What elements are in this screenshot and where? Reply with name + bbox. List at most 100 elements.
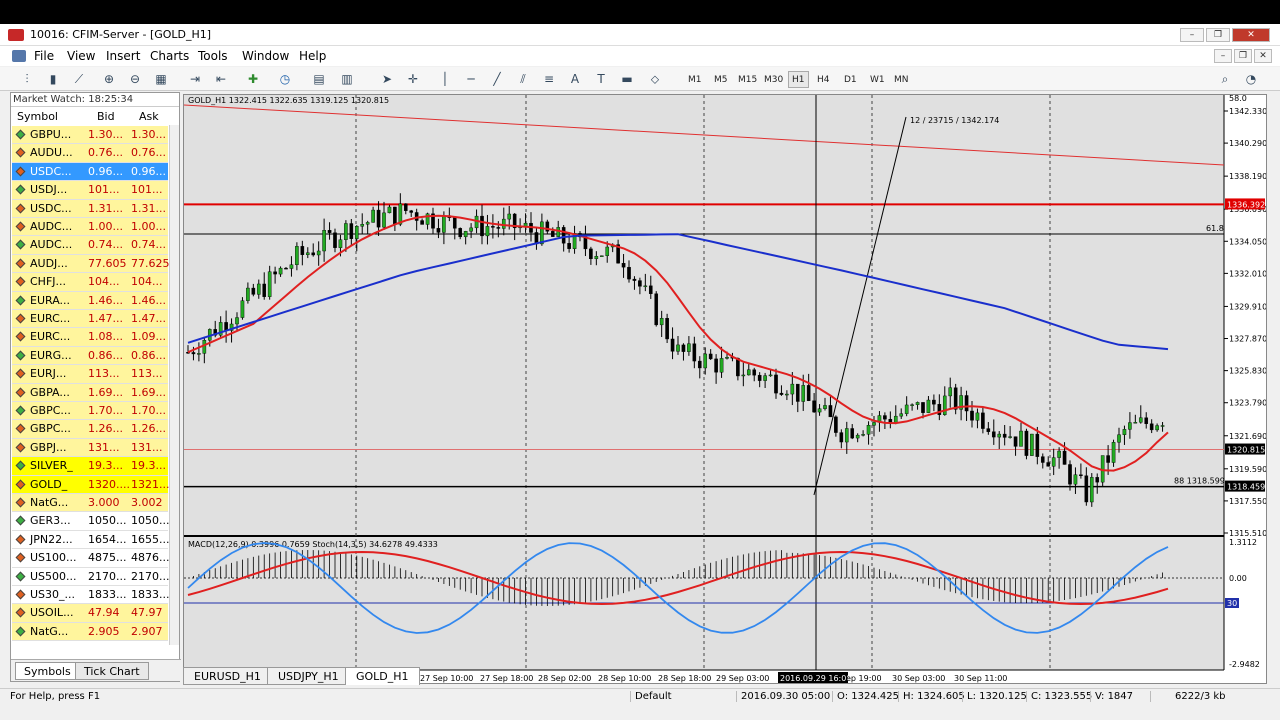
market-watch-row[interactable]: USOIL... 47.94 47.97 bbox=[12, 604, 168, 623]
text-icon[interactable]: A bbox=[566, 70, 584, 88]
restore-button[interactable]: ❐ bbox=[1206, 28, 1230, 42]
menu-window[interactable]: Window bbox=[242, 49, 289, 63]
menu-tools[interactable]: Tools bbox=[198, 49, 228, 63]
chart-shift-icon[interactable]: ⇤ bbox=[212, 70, 230, 88]
market-watch-row[interactable]: EURC... 1.47... 1.47... bbox=[12, 310, 168, 329]
candle-body bbox=[267, 271, 272, 297]
candle-body bbox=[485, 226, 490, 237]
column-ask[interactable]: Ask bbox=[139, 108, 159, 126]
bar-chart-icon[interactable]: ⫶ bbox=[18, 70, 36, 88]
child-restore-button[interactable]: ❐ bbox=[1234, 49, 1252, 63]
candle-body bbox=[741, 374, 746, 377]
crosshair-icon[interactable]: ✛ bbox=[404, 70, 422, 88]
close-button[interactable]: ✕ bbox=[1232, 28, 1270, 42]
horizontal-line-icon[interactable]: ─ bbox=[462, 70, 480, 88]
row-bid: 0.76... bbox=[88, 146, 123, 160]
price-tick-label: 1342.330 bbox=[1229, 107, 1266, 116]
market-watch-row[interactable]: CHFJ... 104... 104... bbox=[12, 273, 168, 292]
tf-h1[interactable]: H1 bbox=[788, 71, 809, 88]
tf-mn[interactable]: MN bbox=[890, 71, 913, 88]
column-symbol[interactable]: Symbol bbox=[17, 108, 58, 126]
market-watch-row[interactable]: EURC... 1.08... 1.09... bbox=[12, 328, 168, 347]
market-watch-row[interactable]: US500... 2170... 2170... bbox=[12, 567, 169, 586]
profiles-icon[interactable]: ▥ bbox=[338, 70, 356, 88]
market-watch-row[interactable]: US30_... 1833... 1833... bbox=[12, 586, 169, 605]
menu-file[interactable]: File bbox=[34, 49, 54, 63]
vertical-line-icon[interactable]: │ bbox=[436, 70, 454, 88]
market-watch-row[interactable]: NatG... 2.905 2.907 bbox=[12, 622, 168, 642]
gold-h1-chart[interactable]: 1342.3301340.2901338.1901336.0901334.050… bbox=[183, 94, 1267, 683]
chart-window[interactable]: 1342.330 1340.290 1338.190 1336.090 1334.050… bbox=[183, 94, 1267, 684]
market-watch-row[interactable]: US100... 4875... 4876... bbox=[12, 549, 169, 568]
candle-body bbox=[1035, 433, 1040, 457]
market-watch-row[interactable]: EURA... 1.46... 1.46... bbox=[12, 291, 168, 310]
market-watch-row[interactable]: EURJ... 113... 113... bbox=[12, 365, 168, 384]
market-watch-row[interactable]: GBPU... 1.30... 1.30... bbox=[12, 126, 168, 145]
tf-d1[interactable]: D1 bbox=[840, 71, 861, 88]
cursor-icon[interactable]: ➤ bbox=[378, 70, 396, 88]
child-close-button[interactable]: ✕ bbox=[1254, 49, 1272, 63]
market-watch-row[interactable]: GOLD_ 1320.... 1321.... bbox=[12, 475, 173, 494]
market-watch-row[interactable]: GBPJ... 131... 131... bbox=[12, 438, 168, 458]
price-tick-label: 1327.870 bbox=[1229, 335, 1266, 344]
rectangle-icon[interactable]: ▬ bbox=[618, 70, 636, 88]
tab-usdjpy-h1[interactable]: USDJPY_H1 bbox=[267, 667, 350, 685]
tab-tick-chart[interactable]: Tick Chart bbox=[75, 662, 149, 680]
market-watch-row[interactable]: GBPA... 1.69... 1.69... bbox=[12, 383, 168, 402]
periods-icon[interactable]: ◷ bbox=[276, 70, 294, 88]
candle-body bbox=[300, 246, 305, 255]
market-watch-row[interactable]: GER3... 1050... 1050... bbox=[12, 512, 170, 531]
market-watch-row[interactable]: USDJ... 101... 101... bbox=[12, 181, 168, 200]
minimize-button[interactable]: – bbox=[1180, 28, 1204, 42]
arrows-icon[interactable]: ⬦ bbox=[646, 70, 664, 88]
market-watch-row[interactable]: GBPC... 1.26... 1.26... bbox=[12, 420, 168, 439]
tf-w1[interactable]: W1 bbox=[866, 71, 889, 88]
market-watch-row[interactable]: AUDC... 0.74... 0.74... bbox=[12, 236, 168, 255]
trendline-icon[interactable]: ╱ bbox=[488, 70, 506, 88]
market-watch-row[interactable]: GBPC... 1.70... 1.70... bbox=[12, 402, 168, 421]
row-ask: 1.31... bbox=[131, 201, 166, 215]
tf-m30[interactable]: M30 bbox=[760, 71, 787, 88]
channel-icon[interactable]: ⫽ bbox=[514, 70, 532, 88]
market-watch-row[interactable]: USDC... 0.96... 0.96... bbox=[12, 162, 168, 182]
candle-body bbox=[365, 222, 370, 225]
market-watch-row[interactable]: JPN22... 1654... 1655... bbox=[12, 530, 169, 550]
menu-help[interactable]: Help bbox=[299, 49, 326, 63]
tf-m5[interactable]: M5 bbox=[710, 71, 732, 88]
tab-eurusd-h1[interactable]: EURUSD_H1 bbox=[183, 667, 272, 685]
fibonacci-icon[interactable]: ≡ bbox=[540, 70, 558, 88]
zoom-in-icon[interactable]: ⊕ bbox=[100, 70, 118, 88]
row-ask: 1050... bbox=[131, 514, 170, 528]
row-symbol: NatG... bbox=[30, 624, 69, 638]
tf-h4[interactable]: H4 bbox=[813, 71, 834, 88]
market-watch-row[interactable]: AUDJ... 77.605 77.625 bbox=[12, 254, 170, 274]
line-chart-icon[interactable]: ⟋ bbox=[70, 70, 88, 88]
tf-m1[interactable]: M1 bbox=[684, 71, 706, 88]
menu-charts[interactable]: Charts bbox=[150, 49, 189, 63]
market-watch-row[interactable]: EURG... 0.86... 0.86... bbox=[12, 346, 168, 366]
chat-icon[interactable]: ◔ bbox=[1242, 70, 1260, 88]
row-bid: 0.74... bbox=[88, 238, 123, 252]
tab-gold-h1[interactable]: GOLD_H1 bbox=[345, 667, 420, 685]
market-watch-row[interactable]: NatG... 3.000 3.002 bbox=[12, 494, 168, 513]
menu-insert[interactable]: Insert bbox=[106, 49, 140, 63]
market-watch-row[interactable]: USDC... 1.31... 1.31... bbox=[12, 199, 168, 218]
tab-symbols[interactable]: Symbols bbox=[15, 662, 80, 680]
child-minimize-button[interactable]: – bbox=[1214, 49, 1232, 63]
market-watch-row[interactable]: SILVER_ 19.3... 19.3... bbox=[12, 457, 168, 476]
scrollbar[interactable] bbox=[169, 125, 179, 645]
templates-icon[interactable]: ▤ bbox=[310, 70, 328, 88]
tf-m15[interactable]: M15 bbox=[734, 71, 761, 88]
zoom-out-icon[interactable]: ⊖ bbox=[126, 70, 144, 88]
candle-body bbox=[284, 267, 288, 270]
market-watch-row[interactable]: AUDC... 1.00... 1.00... bbox=[12, 218, 168, 237]
tile-windows-icon[interactable]: ▦ bbox=[152, 70, 170, 88]
autoscroll-icon[interactable]: ⇥ bbox=[186, 70, 204, 88]
column-bid[interactable]: Bid bbox=[97, 108, 115, 126]
candlestick-icon[interactable]: ▮ bbox=[44, 70, 62, 88]
search-icon[interactable]: ⌕ bbox=[1216, 70, 1234, 88]
market-watch-row[interactable]: AUDU... 0.76... 0.76... bbox=[12, 144, 168, 163]
menu-view[interactable]: View bbox=[67, 49, 95, 63]
indicators-icon[interactable]: ✚ bbox=[244, 70, 262, 88]
text-label-icon[interactable]: T bbox=[592, 70, 610, 88]
